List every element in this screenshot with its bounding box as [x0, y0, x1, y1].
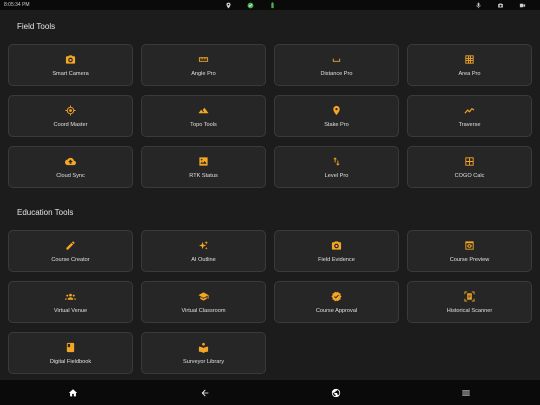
tile-angle-pro[interactable]: Angle Pro — [141, 44, 266, 86]
preview-icon — [464, 240, 476, 252]
tile-cogo-calc[interactable]: COGO Calc — [407, 146, 532, 188]
tile-label: Surveyor Library — [182, 358, 225, 365]
tile-stake-pro[interactable]: Stake Pro — [274, 95, 399, 137]
tile-label: Field Evidence — [318, 256, 355, 263]
document-scanner-icon — [464, 291, 476, 303]
status-time: 8:05:34 PM — [4, 2, 30, 8]
tile-label: Historical Scanner — [446, 307, 493, 314]
menu-button[interactable] — [459, 386, 473, 400]
tile-label: Angle Pro — [191, 70, 216, 77]
measure-bracket-icon — [331, 54, 343, 66]
navigation-bar — [0, 380, 540, 405]
back-arrow-icon — [201, 389, 209, 397]
tile-label: Topo Tools — [190, 121, 217, 128]
tile-label: Distance Pro — [320, 70, 353, 77]
status-center-icons — [224, 1, 276, 9]
tile-course-creator[interactable]: Course Creator — [8, 230, 133, 272]
tile-label: AI Outline — [191, 256, 216, 263]
tile-virtual-classroom[interactable]: Virtual Classroom — [141, 281, 266, 323]
tile-rtk-status[interactable]: RTK Status — [141, 146, 266, 188]
swap-vertical-icon — [331, 156, 343, 168]
globe-icon — [331, 388, 341, 398]
section-title-education-tools: Education Tools — [17, 208, 74, 217]
grid-icon — [464, 54, 476, 66]
cloud-upload-icon — [65, 156, 77, 168]
browser-button[interactable] — [329, 386, 343, 400]
field-tools-grid: Smart Camera Angle Pro Distance Pro Area… — [8, 44, 532, 188]
graduation-cap-icon — [198, 291, 210, 303]
microphone-icon — [474, 1, 482, 9]
menu-icon — [462, 390, 470, 396]
ruler-icon — [198, 54, 210, 66]
tile-label: Coord Master — [53, 121, 88, 128]
book-icon — [65, 342, 77, 354]
camera-status-icon — [496, 1, 504, 9]
tile-course-preview[interactable]: Course Preview — [407, 230, 532, 272]
video-status-icon — [518, 1, 526, 9]
tile-topo-tools[interactable]: Topo Tools — [141, 95, 266, 137]
tile-label: Digital Fieldbook — [49, 358, 92, 365]
home-button[interactable] — [66, 386, 80, 400]
tile-label: Virtual Venue — [53, 307, 88, 314]
tile-area-pro[interactable]: Area Pro — [407, 44, 532, 86]
tile-label: Smart Camera — [52, 70, 89, 77]
tile-field-evidence[interactable]: Field Evidence — [274, 230, 399, 272]
tile-cloud-sync[interactable]: Cloud Sync — [8, 146, 133, 188]
status-bar: 8:05:34 PM — [0, 0, 540, 10]
tile-label: Stake Pro — [324, 121, 349, 128]
battery-status-icon — [268, 1, 276, 9]
tile-surveyor-library[interactable]: Surveyor Library — [141, 332, 266, 374]
image-icon — [198, 156, 210, 168]
section-title-field-tools: Field Tools — [17, 22, 56, 31]
tile-label: RTK Status — [189, 172, 218, 179]
app-status-icon — [246, 1, 254, 9]
tile-smart-camera[interactable]: Smart Camera — [8, 44, 133, 86]
tile-virtual-venue[interactable]: Virtual Venue — [8, 281, 133, 323]
back-button[interactable] — [198, 386, 212, 400]
trend-line-icon — [464, 105, 476, 117]
tile-label: COGO Calc — [454, 172, 485, 179]
tile-level-pro[interactable]: Level Pro — [274, 146, 399, 188]
reading-icon — [198, 342, 210, 354]
location-status-icon — [224, 1, 232, 9]
crosshair-icon — [65, 105, 77, 117]
calculator-icon — [464, 156, 476, 168]
tile-label: Level Pro — [324, 172, 349, 179]
group-icon — [65, 291, 77, 303]
status-right-icons — [474, 1, 526, 9]
camera-icon — [331, 240, 343, 252]
tile-coord-master[interactable]: Coord Master — [8, 95, 133, 137]
tile-historical-scanner[interactable]: Historical Scanner — [407, 281, 532, 323]
tile-label: Virtual Classroom — [181, 307, 226, 314]
camera-icon — [65, 54, 77, 66]
home-icon — [68, 389, 78, 397]
verified-badge-icon — [331, 291, 343, 303]
tile-label: Course Approval — [315, 307, 358, 314]
tile-label: Area Pro — [458, 70, 481, 77]
location-pin-icon — [331, 105, 343, 117]
education-tools-grid: Course Creator AI Outline Field Evidence… — [8, 230, 532, 374]
tile-traverse[interactable]: Traverse — [407, 95, 532, 137]
tile-digital-fieldbook[interactable]: Digital Fieldbook — [8, 332, 133, 374]
sparkle-icon — [198, 240, 210, 252]
tile-distance-pro[interactable]: Distance Pro — [274, 44, 399, 86]
tile-label: Cloud Sync — [56, 172, 85, 179]
tile-course-approval[interactable]: Course Approval — [274, 281, 399, 323]
tile-ai-outline[interactable]: AI Outline — [141, 230, 266, 272]
terrain-icon — [198, 105, 210, 117]
pencil-icon — [65, 240, 77, 252]
tile-label: Course Creator — [51, 256, 90, 263]
tile-label: Traverse — [458, 121, 481, 128]
tile-label: Course Preview — [449, 256, 490, 263]
